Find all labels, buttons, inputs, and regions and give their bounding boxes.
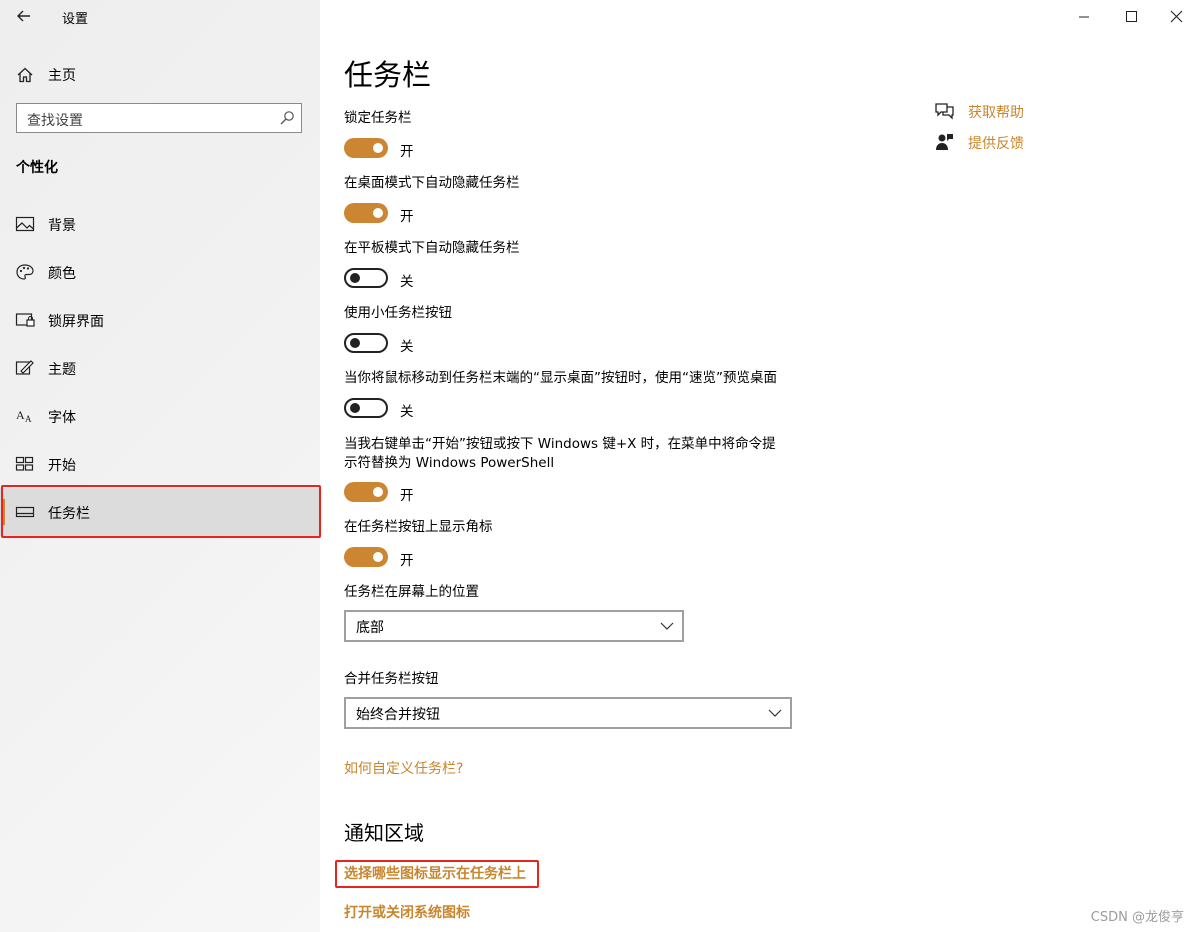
maximize-icon: [1126, 11, 1137, 22]
setting-label-peek: 当你将鼠标移动到任务栏末端的“显示桌面”按钮时，使用“速览”预览桌面: [344, 370, 777, 386]
toggle-state: 关: [400, 274, 414, 290]
svg-text:A: A: [16, 408, 25, 422]
sidebar-item-themes[interactable]: 主题: [0, 344, 320, 392]
toggle-small-buttons[interactable]: [344, 333, 388, 353]
combine-dropdown[interactable]: 始终合并按钮: [344, 697, 792, 729]
toggle-state: 开: [400, 553, 414, 569]
notification-area-heading: 通知区域: [344, 821, 424, 845]
toggle-state: 关: [400, 404, 414, 420]
toggle-state: 关: [400, 339, 414, 355]
app-title: 设置: [62, 12, 89, 27]
system-icons-link[interactable]: 打开或关闭系统图标: [344, 902, 470, 922]
sidebar-item-label: 主页: [48, 68, 76, 84]
chevron-down-icon: [660, 622, 674, 630]
toggle-autohide-tablet[interactable]: [344, 268, 388, 288]
combine-label: 合并任务栏按钮: [344, 671, 439, 687]
sidebar-item-background[interactable]: 背景: [0, 200, 320, 248]
minimize-button[interactable]: [1062, 2, 1106, 30]
sidebar-item-label: 开始: [48, 458, 76, 474]
toggle-badges[interactable]: [344, 547, 388, 567]
search-icon: [280, 111, 294, 125]
font-icon: A A: [16, 408, 32, 424]
toggle-autohide-desktop[interactable]: [344, 203, 388, 223]
sidebar-item-fonts[interactable]: A A 字体: [0, 392, 320, 440]
sidebar-item-label: 锁屏界面: [48, 314, 104, 330]
setting-label-badges: 在任务栏按钮上显示角标: [344, 519, 493, 535]
setting-label-powershell-line1: 当我右键单击“开始”按钮或按下 Windows 键+X 时，在菜单中将命令提: [344, 436, 776, 452]
toggle-powershell[interactable]: [344, 482, 388, 502]
combine-value: 始终合并按钮: [356, 707, 440, 723]
minimize-icon: [1079, 16, 1089, 18]
palette-icon: [16, 264, 34, 280]
sidebar-item-lock-screen[interactable]: 锁屏界面: [0, 296, 320, 344]
get-help-link[interactable]: 获取帮助: [968, 102, 1024, 122]
watermark: CSDN @龙俊亨: [1090, 910, 1184, 925]
page-title: 任务栏: [344, 58, 432, 92]
sidebar-item-start[interactable]: 开始: [0, 440, 320, 488]
back-arrow-icon: [17, 10, 30, 22]
setting-label-autohide-tablet: 在平板模式下自动隐藏任务栏: [344, 240, 520, 256]
back-button[interactable]: [12, 4, 36, 28]
position-dropdown[interactable]: 底部: [344, 610, 684, 642]
toggle-lock-taskbar[interactable]: [344, 138, 388, 158]
chat-help-icon: [935, 103, 954, 120]
position-value: 底部: [356, 620, 384, 636]
setting-label-lock-taskbar: 锁定任务栏: [344, 110, 412, 126]
sidebar-item-label: 颜色: [48, 266, 76, 282]
theme-icon: [15, 360, 34, 375]
setting-label-small-buttons: 使用小任务栏按钮: [344, 305, 452, 321]
search-input[interactable]: 查找设置: [16, 103, 302, 133]
lock-screen-icon: [15, 313, 35, 327]
home-icon: [17, 67, 33, 83]
start-icon: [15, 456, 34, 471]
sidebar-item-label: 主题: [48, 362, 76, 378]
position-label: 任务栏在屏幕上的位置: [344, 584, 479, 600]
highlight-box-taskbar: [1, 485, 321, 538]
close-icon: [1170, 10, 1183, 23]
sidebar-item-colors[interactable]: 颜色: [0, 248, 320, 296]
toggle-peek[interactable]: [344, 398, 388, 418]
highlight-box-tray-link: [335, 860, 539, 888]
toggle-state: 开: [400, 209, 414, 225]
close-button[interactable]: [1154, 2, 1198, 30]
toggle-state: 开: [400, 488, 414, 504]
chevron-down-icon: [768, 709, 782, 717]
svg-text:A: A: [25, 414, 32, 424]
customize-taskbar-link[interactable]: 如何自定义任务栏?: [344, 758, 463, 778]
toggle-state: 开: [400, 144, 414, 160]
sidebar-item-label: 背景: [48, 218, 76, 234]
setting-label-autohide-desktop: 在桌面模式下自动隐藏任务栏: [344, 175, 520, 191]
search-placeholder: 查找设置: [27, 113, 83, 129]
sidebar-item-label: 字体: [48, 410, 76, 426]
feedback-icon: [936, 134, 953, 150]
feedback-link[interactable]: 提供反馈: [968, 133, 1024, 153]
picture-icon: [15, 216, 35, 232]
setting-label-powershell-line2: 示符替换为 Windows PowerShell: [344, 455, 555, 471]
sidebar-item-home[interactable]: 主页: [0, 58, 320, 90]
maximize-button[interactable]: [1108, 2, 1152, 30]
section-title: 个性化: [16, 160, 58, 176]
